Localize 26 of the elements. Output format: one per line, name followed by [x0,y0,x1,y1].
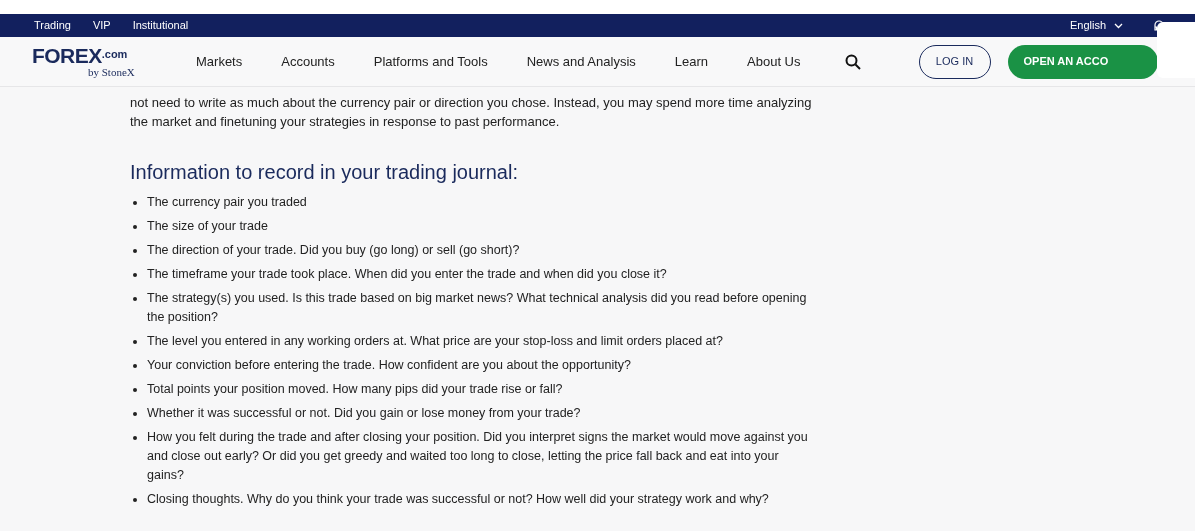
top-bar-link[interactable]: Trading [34,17,71,34]
list-item-text: Total points your position moved. How many pips did your trade rise or fall? [147,381,564,398]
nav-link[interactable]: News and Analysis [526,51,636,72]
top-bar-link[interactable]: VIP [92,17,111,34]
list-item-text: The currency pair you traded [147,194,308,211]
nav-link[interactable]: Accounts [281,51,335,72]
nav-link[interactable]: Platforms and Tools [373,51,488,72]
list-item-text: The strategy(s) you used. Is this trade based on big market news? What technical analysis did you read before opening the position? [147,290,808,326]
top-bar-link[interactable]: Institutional [132,17,189,34]
search-icon[interactable] [844,53,861,70]
list-item-text: Closing thoughts. Why do you think your trade was successful or not? How well did your strategy work and why? [147,491,770,508]
nav-link[interactable]: Markets [196,51,243,72]
chevron-down-icon [1114,22,1123,29]
list-item-text: How you felt during the trade and after closing your position. Did you interpret signs the market would move against you and close out early? Or did you get greedy and waited too long to close, letting the price fall back and eat into your gains? [147,429,809,484]
open-account-button[interactable]: OPEN AN ACCO [1007,44,1158,79]
list-item-text: Whether it was successful or not. Did you gain or lose money from your trade? [147,405,582,422]
list-item-text: The level you entered in any working orders at. What price are your stop-loss and limit orders placed at? [147,333,724,350]
list-item-text: Your conviction before entering the trade. How confident are you about the opportunity? [147,357,632,374]
nav-link[interactable]: About Us [747,51,801,72]
intro-paragraph: not need to write as much about the currency pair or direction you chose. Instead, you may spend more time analyzing the market and finetuning your strategies in response to past performance. [130,94,813,131]
list-item-text: The size of your trade [147,218,269,235]
list-item-text: The timeframe your trade took place. When did you enter the trade and when did you close it? [147,266,668,283]
section-heading: Information to record in your trading journal: [130,160,519,185]
nav-link[interactable]: Learn [674,51,709,72]
language-selector[interactable]: English [1069,17,1123,34]
list-item-text: The direction of your trade. Did you buy (go long) or sell (go short)? [147,242,521,259]
